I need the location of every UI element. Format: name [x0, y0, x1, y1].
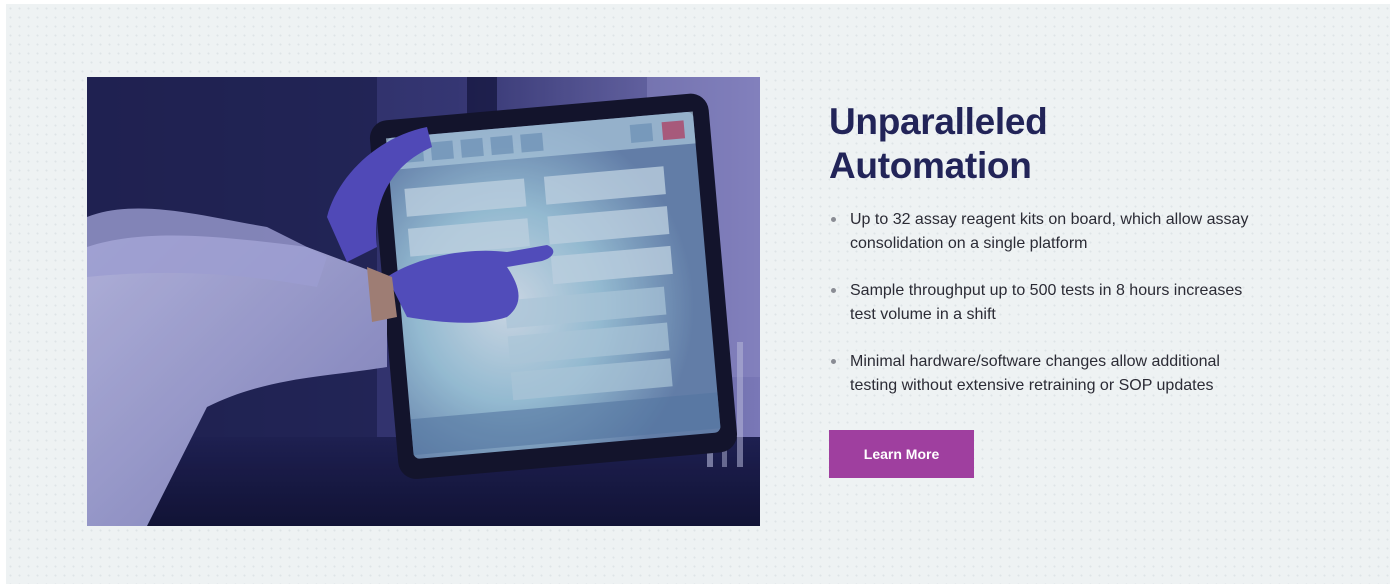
- learn-more-button[interactable]: Learn More: [829, 430, 974, 478]
- instrument-touchscreen-photo: [87, 77, 760, 526]
- heading-line-2: Automation: [829, 145, 1032, 186]
- feature-bullet-item: Up to 32 assay reagent kits on board, wh…: [829, 208, 1250, 256]
- bullet-dot-icon: [831, 217, 836, 222]
- feature-bullet-item: Minimal hardware/software changes allow …: [829, 350, 1250, 398]
- feature-bullet-text: Sample throughput up to 500 tests in 8 h…: [850, 282, 1243, 323]
- feature-section: Unparalleled Automation Up to 32 assay r…: [6, 4, 1390, 584]
- feature-bullet-text: Minimal hardware/software changes allow …: [850, 353, 1220, 394]
- feature-bullet-text: Up to 32 assay reagent kits on board, wh…: [850, 211, 1249, 252]
- feature-heading: Unparalleled Automation: [829, 100, 1269, 188]
- feature-content: Unparalleled Automation Up to 32 assay r…: [829, 100, 1269, 478]
- heading-line-1: Unparalleled: [829, 101, 1048, 142]
- bullet-dot-icon: [831, 359, 836, 364]
- bullet-dot-icon: [831, 288, 836, 293]
- feature-bullet-item: Sample throughput up to 500 tests in 8 h…: [829, 279, 1250, 327]
- feature-bullet-list: Up to 32 assay reagent kits on board, wh…: [829, 208, 1269, 398]
